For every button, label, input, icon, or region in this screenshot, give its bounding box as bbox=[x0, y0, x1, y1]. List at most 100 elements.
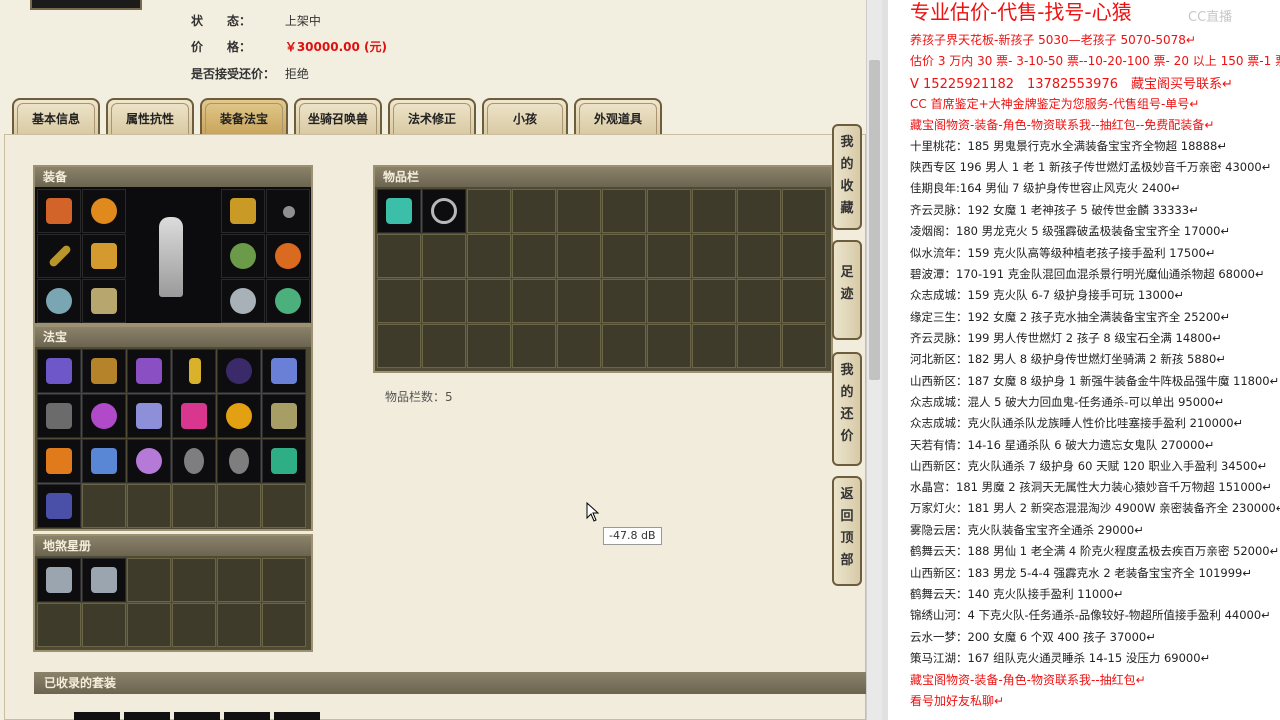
magic-slot[interactable] bbox=[82, 349, 126, 393]
magic-slot[interactable] bbox=[262, 439, 306, 483]
empty-slot bbox=[692, 324, 736, 368]
magic-slot[interactable] bbox=[127, 394, 171, 438]
suit-slot[interactable] bbox=[274, 712, 320, 720]
stream-watermark: CC直播 bbox=[1188, 10, 1233, 25]
suit-slot[interactable] bbox=[224, 712, 270, 720]
bag-panel-title: 物品栏 bbox=[375, 167, 831, 187]
empty-slot bbox=[172, 484, 216, 528]
empty-slot bbox=[217, 484, 261, 528]
equipment-slot[interactable] bbox=[37, 234, 81, 278]
side-nav-favorites[interactable]: 我的收藏 bbox=[832, 124, 862, 230]
magic-slot[interactable] bbox=[82, 394, 126, 438]
empty-slot bbox=[557, 234, 601, 278]
empty-slot bbox=[692, 234, 736, 278]
listing-line: 缘定三生：192 女魔 2 孩子克水抽全满装备宝宝齐全 25200↵ bbox=[910, 310, 1231, 324]
listing-line: 云水一梦：200 女魔 6 个双 400 孩子 37000↵ bbox=[910, 630, 1156, 644]
equipment-slot[interactable] bbox=[266, 279, 310, 323]
promo-line: V 15225921182 13782553976 藏宝阁买号联系↵ bbox=[910, 77, 1233, 92]
magic-slot[interactable] bbox=[172, 394, 216, 438]
magic-slot[interactable] bbox=[37, 484, 81, 528]
bag-item[interactable] bbox=[422, 189, 466, 233]
listing-line: 策马江湖：167 组队克火通灵睡杀 14-15 没压力 69000↵ bbox=[910, 651, 1211, 665]
equipment-slot[interactable] bbox=[266, 189, 310, 233]
stream-info-panel: 专业估价-代售-找号-心猿 CC直播 养孩子界天花板-新孩子 5030—老孩子 … bbox=[882, 0, 1280, 720]
listing-line: 众志成城：克火队通杀队龙族睡人性价比哇塞接手盈利 210000↵ bbox=[910, 416, 1244, 430]
empty-slot bbox=[782, 189, 826, 233]
magic-slot[interactable] bbox=[262, 349, 306, 393]
equipment-slot[interactable] bbox=[221, 189, 265, 233]
side-nav-back-to-top[interactable]: 返回顶部 bbox=[832, 476, 862, 586]
status-label: 状 态： bbox=[191, 14, 252, 28]
tab-attributes[interactable]: 属性抗性 bbox=[106, 98, 194, 134]
tab-equipment[interactable]: 装备法宝 bbox=[200, 98, 288, 134]
empty-slot bbox=[217, 603, 261, 647]
equipment-slot[interactable] bbox=[82, 279, 126, 323]
equipment-slot[interactable] bbox=[82, 234, 126, 278]
empty-slot bbox=[602, 324, 646, 368]
equipment-slot[interactable] bbox=[221, 234, 265, 278]
promo-line: 养孩子界天花板-新孩子 5030—老孩子 5070-5078↵ bbox=[910, 33, 1196, 47]
magic-slot[interactable] bbox=[217, 394, 261, 438]
listing-line: 众志成城：159 克火队 6-7 级护身接手可玩 13000↵ bbox=[910, 288, 1185, 302]
listing-page: 状 态： 上架中 价 格： ￥30000.00 (元) 是否接受还价： 拒绝 基… bbox=[0, 0, 866, 720]
tab-mounts-pets[interactable]: 坐骑召唤兽 bbox=[294, 98, 382, 134]
promo-line: CC 首席鉴定+大神金牌鉴定为您服务-代售组号-单号↵ bbox=[910, 97, 1200, 111]
equipment-slot[interactable] bbox=[221, 279, 265, 323]
tab-appearance[interactable]: 外观道具 bbox=[574, 98, 662, 134]
empty-slot bbox=[737, 324, 781, 368]
listing-line: 水晶宫：181 男魔 2 孩洞天无属性大力装心猿妙音千万物超 151000↵ bbox=[910, 480, 1272, 494]
tab-basic-info[interactable]: 基本信息 bbox=[12, 98, 100, 134]
empty-slot bbox=[512, 189, 556, 233]
star-card[interactable] bbox=[37, 558, 81, 602]
magic-slot[interactable] bbox=[172, 439, 216, 483]
tab-children[interactable]: 小孩 bbox=[482, 98, 568, 134]
magic-slot[interactable] bbox=[82, 439, 126, 483]
overlay-title: 专业估价-代售-找号-心猿 bbox=[910, 0, 1132, 24]
price-row: 价 格： ￥30000.00 (元) bbox=[191, 38, 387, 55]
side-nav-footprints[interactable]: 足迹 bbox=[832, 240, 862, 340]
empty-slot bbox=[37, 603, 81, 647]
empty-slot bbox=[422, 279, 466, 323]
equipment-slot[interactable] bbox=[82, 189, 126, 233]
empty-slot bbox=[692, 279, 736, 323]
empty-slot bbox=[557, 189, 601, 233]
listing-line: 河北新区：182 男人 8 级护身传世燃灯坐骑满 2 新孩 5880↵ bbox=[910, 352, 1226, 366]
page-scrollbar[interactable] bbox=[866, 0, 882, 720]
magic-slot[interactable] bbox=[127, 349, 171, 393]
empty-slot bbox=[647, 189, 691, 233]
magic-slot[interactable] bbox=[37, 394, 81, 438]
bag-item[interactable] bbox=[377, 189, 421, 233]
equipment-slot[interactable] bbox=[37, 279, 81, 323]
suit-slot[interactable] bbox=[74, 712, 120, 720]
empty-slot bbox=[692, 189, 736, 233]
tab-spell-mods[interactable]: 法术修正 bbox=[388, 98, 476, 134]
magic-slot[interactable] bbox=[127, 439, 171, 483]
empty-slot bbox=[377, 324, 421, 368]
bargain-value: 拒绝 bbox=[284, 67, 309, 81]
status-row: 状 态： 上架中 bbox=[191, 12, 321, 29]
empty-slot bbox=[377, 279, 421, 323]
side-nav-my-offers[interactable]: 我的还价 bbox=[832, 352, 862, 466]
empty-slot bbox=[467, 234, 511, 278]
empty-slot bbox=[647, 324, 691, 368]
equipment-slot[interactable] bbox=[266, 234, 310, 278]
equipment-slot[interactable] bbox=[37, 189, 81, 233]
listing-line: 鹤舞云天：140 克火队接手盈利 11000↵ bbox=[910, 587, 1124, 601]
page-scrollbar-thumb[interactable] bbox=[869, 60, 880, 380]
suit-slot[interactable] bbox=[124, 712, 170, 720]
listing-line: 山西新区：克火队通杀 7 级护身 60 天赋 120 职业入手盈利 34500↵ bbox=[910, 459, 1268, 473]
magic-slot[interactable] bbox=[37, 439, 81, 483]
star-card[interactable] bbox=[82, 558, 126, 602]
magic-slot[interactable] bbox=[262, 394, 306, 438]
promo-line: 估价 3 万内 30 票- 3-10-50 票--10-20-100 票- 20… bbox=[910, 54, 1280, 68]
magic-slot[interactable] bbox=[217, 349, 261, 393]
empty-slot bbox=[217, 558, 261, 602]
suit-slot[interactable] bbox=[174, 712, 220, 720]
magic-slot[interactable] bbox=[217, 439, 261, 483]
empty-slot bbox=[782, 324, 826, 368]
equipment-panel-title: 装备 bbox=[35, 167, 311, 187]
magic-slot[interactable] bbox=[37, 349, 81, 393]
listing-line: 山西新区：187 女魔 8 级护身 1 新强牛装备金牛阵极品强牛魔 11800↵ bbox=[910, 374, 1280, 388]
promo-footer-line: 藏宝阁物资-装备-角色-物资联系我--抽红包↵ bbox=[910, 673, 1146, 687]
magic-slot[interactable] bbox=[172, 349, 216, 393]
